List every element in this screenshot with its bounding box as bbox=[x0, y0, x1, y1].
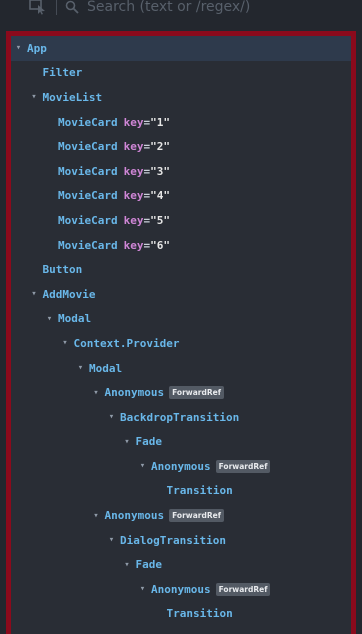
prop-equals: = bbox=[143, 140, 151, 154]
tree-row[interactable]: ▾ MovieList bbox=[11, 85, 351, 110]
tree-row[interactable]: ▾ AddMovie bbox=[11, 282, 351, 307]
component-name: Anonymous bbox=[151, 582, 211, 596]
component-tree-panel: ▾App▾Filter▾MovieList▾MovieCardkey="1"▾M… bbox=[6, 31, 356, 634]
devtools-toolbar bbox=[0, 0, 362, 32]
search-input[interactable] bbox=[87, 0, 307, 15]
expand-arrow-icon[interactable]: ▾ bbox=[138, 584, 147, 594]
component-name: Context.Provider bbox=[73, 336, 180, 350]
component-name: Modal bbox=[58, 312, 92, 326]
component-name: MovieCard bbox=[58, 238, 118, 252]
component-name: Transition bbox=[166, 607, 233, 621]
prop-equals: = bbox=[143, 238, 151, 252]
component-tree: ▾App▾Filter▾MovieList▾MovieCardkey="1"▾M… bbox=[11, 36, 351, 626]
component-name: Fade bbox=[135, 558, 163, 572]
expand-arrow-icon[interactable]: ▾ bbox=[45, 314, 54, 324]
prop-value: "4" bbox=[150, 189, 170, 203]
tree-row[interactable]: ▾ Modal bbox=[11, 307, 351, 332]
hoc-badge: ForwardRef bbox=[215, 582, 271, 596]
component-name: Anonymous bbox=[151, 459, 211, 473]
expand-arrow-icon[interactable]: ▾ bbox=[14, 43, 23, 53]
component-name: MovieCard bbox=[58, 115, 118, 129]
prop-key: key bbox=[123, 164, 144, 178]
expand-arrow-icon[interactable]: ▾ bbox=[123, 437, 132, 447]
expand-arrow-icon[interactable]: ▾ bbox=[92, 388, 101, 398]
component-name: Anonymous bbox=[104, 509, 165, 523]
expand-arrow-icon[interactable]: ▾ bbox=[107, 412, 116, 422]
prop-value: "5" bbox=[150, 213, 170, 227]
prop-key: key bbox=[123, 140, 144, 154]
prop-equals: = bbox=[143, 189, 151, 203]
tree-row[interactable]: ▾ DialogTransition bbox=[11, 528, 351, 553]
toolbar-divider bbox=[56, 0, 57, 15]
tree-row[interactable]: ▾ Fade bbox=[11, 552, 351, 577]
tree-row[interactable]: ▾MovieCardkey="2" bbox=[11, 134, 351, 159]
component-name: AddMovie bbox=[42, 287, 96, 301]
expand-arrow-icon[interactable]: ▾ bbox=[61, 338, 70, 348]
search-icon bbox=[65, 0, 79, 14]
component-name: Anonymous bbox=[104, 386, 165, 400]
prop-key: key bbox=[123, 115, 144, 129]
component-name: MovieCard bbox=[58, 189, 118, 203]
prop-equals: = bbox=[143, 213, 151, 227]
component-name: App bbox=[27, 41, 47, 55]
prop-equals: = bbox=[143, 115, 151, 129]
component-name: Button bbox=[42, 263, 83, 277]
prop-key: key bbox=[123, 213, 144, 227]
prop-equals: = bbox=[143, 164, 151, 178]
expand-arrow-icon[interactable]: ▾ bbox=[30, 92, 39, 102]
component-name: MovieList bbox=[42, 90, 103, 104]
tree-row[interactable]: ▾ Fade bbox=[11, 430, 351, 455]
prop-value: "6" bbox=[150, 238, 170, 252]
tree-row[interactable]: ▾Transition bbox=[11, 602, 351, 627]
expand-arrow-icon[interactable]: ▾ bbox=[92, 511, 101, 521]
component-name: MovieCard bbox=[58, 213, 118, 227]
prop-key: key bbox=[123, 238, 144, 252]
prop-value: "2" bbox=[150, 140, 170, 154]
component-name: BackdropTransition bbox=[120, 410, 240, 424]
expand-arrow-icon[interactable]: ▾ bbox=[107, 535, 116, 545]
component-name: Modal bbox=[89, 361, 123, 375]
hoc-badge: ForwardRef bbox=[215, 459, 271, 473]
hoc-badge: ForwardRef bbox=[169, 386, 224, 400]
prop-key: key bbox=[123, 189, 144, 203]
component-name: MovieCard bbox=[58, 164, 118, 178]
prop-value: "1" bbox=[150, 115, 170, 129]
tree-row[interactable]: ▾ Context.Provider bbox=[11, 331, 351, 356]
tree-row[interactable]: ▾MovieCardkey="5" bbox=[11, 208, 351, 233]
tree-row[interactable]: ▾ BackdropTransition bbox=[11, 405, 351, 430]
expand-arrow-icon[interactable]: ▾ bbox=[30, 289, 39, 299]
tree-row[interactable]: ▾ Anonymous ForwardRef bbox=[11, 503, 351, 528]
expand-arrow-icon[interactable]: ▾ bbox=[76, 363, 85, 373]
tree-row[interactable]: ▾ Anonymous ForwardRef bbox=[11, 577, 351, 602]
hoc-badge: ForwardRef bbox=[169, 509, 224, 523]
component-name: DialogTransition bbox=[120, 533, 226, 547]
tree-row[interactable]: ▾Transition bbox=[11, 479, 351, 504]
expand-arrow-icon[interactable]: ▾ bbox=[123, 560, 132, 570]
tree-row[interactable]: ▾ Anonymous ForwardRef bbox=[11, 380, 351, 405]
tree-row[interactable]: ▾ Anonymous ForwardRef bbox=[11, 454, 351, 479]
tree-row[interactable]: ▾MovieCardkey="4" bbox=[11, 184, 351, 209]
tree-row[interactable]: ▾MovieCardkey="6" bbox=[11, 233, 351, 258]
tree-row[interactable]: ▾MovieCardkey="1" bbox=[11, 110, 351, 135]
component-name: Fade bbox=[135, 435, 163, 449]
tree-row[interactable]: ▾Button bbox=[11, 257, 351, 282]
tree-row[interactable]: ▾Filter bbox=[11, 61, 351, 86]
component-name: MovieCard bbox=[58, 140, 118, 154]
expand-arrow-icon[interactable]: ▾ bbox=[138, 461, 147, 471]
tree-row[interactable]: ▾ Modal bbox=[11, 356, 351, 381]
prop-value: "3" bbox=[150, 164, 170, 178]
tree-row[interactable]: ▾ App bbox=[11, 36, 351, 61]
component-name: Transition bbox=[166, 484, 233, 498]
tree-row[interactable]: ▾MovieCardkey="3" bbox=[11, 159, 351, 184]
element-picker-icon[interactable] bbox=[28, 0, 48, 16]
component-name: Filter bbox=[42, 66, 83, 80]
